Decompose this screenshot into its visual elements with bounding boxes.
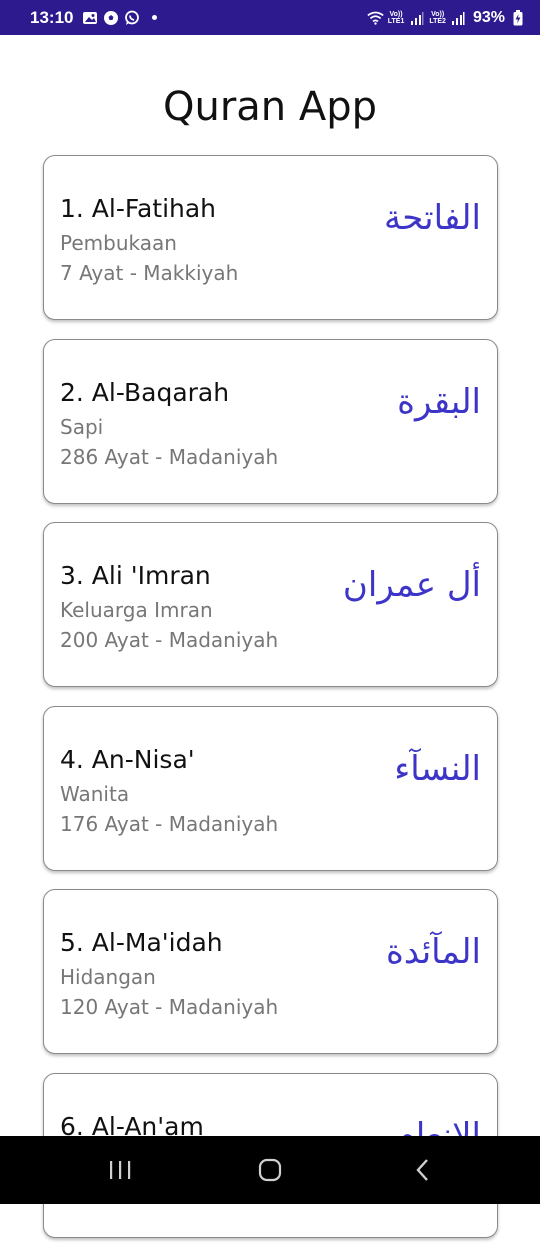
surah-arabic-name: المآئدة: [386, 932, 481, 972]
surah-name: 1. Al-Fatihah: [60, 194, 217, 223]
surah-meaning: Hidangan: [60, 965, 156, 989]
sim1-volte-label: Vo)) LTE1: [387, 10, 405, 25]
page-title: Quran App: [162, 84, 377, 130]
surah-name: 4. An-Nisa': [60, 744, 195, 774]
wifi-icon: [367, 9, 384, 26]
surah-arabic-name: أل عمران: [342, 565, 481, 605]
soccer-ball-icon: [102, 9, 119, 26]
surah-name: 3. Ali 'Imran: [60, 561, 211, 590]
surah-name: 2. Al-Baqarah: [60, 377, 230, 407]
surah-meaning: Keluarga Imran: [60, 598, 213, 622]
surah-card[interactable]: 1. Al-Fatihah Pembukaan 7 Ayat - Makkiya…: [43, 155, 498, 320]
surah-info: 200 Ayat - Madaniyah: [60, 628, 279, 652]
home-icon[interactable]: [220, 1136, 320, 1204]
system-status-icons: Vo)) LTE1 Vo)) LTE2 93%: [367, 9, 526, 27]
back-icon[interactable]: [373, 1136, 473, 1204]
surah-meaning: Pembukaan: [60, 231, 177, 255]
sim2-volte-label: Vo)) LTE2: [429, 10, 446, 25]
battery-charging-icon: [509, 9, 526, 26]
whatsapp-icon: [123, 9, 140, 26]
signal-strength-icon: [408, 9, 425, 26]
navigation-bar: [0, 1136, 540, 1204]
more-notifications-dot: [152, 15, 158, 20]
recent-apps-icon[interactable]: [70, 1136, 170, 1204]
surah-info: 176 Ayat - Madaniyah: [60, 811, 279, 836]
surah-name: 5. Al-Ma'idah: [60, 928, 223, 957]
surah-card[interactable]: 5. Al-Ma'idah Hidangan 120 Ayat - Madani…: [43, 889, 498, 1054]
notification-icons: [81, 9, 158, 26]
status-time: 13:10: [30, 7, 74, 27]
surah-info: 7 Ayat - Makkiyah: [60, 261, 239, 285]
surah-card[interactable]: 4. An-Nisa' Wanita 176 Ayat - Madaniyah …: [43, 705, 498, 871]
surah-arabic-name: البقرة: [397, 381, 481, 422]
surah-info: 120 Ayat - Madaniyah: [60, 995, 279, 1019]
surah-card[interactable]: 2. Al-Baqarah Sapi 286 Ayat - Madaniyah …: [43, 338, 498, 504]
signal-strength-icon: [450, 9, 467, 26]
surah-arabic-name: الفاتحة: [383, 198, 481, 238]
surah-arabic-name: النسآء: [394, 748, 481, 789]
surah-meaning: Sapi: [60, 414, 104, 439]
surah-list[interactable]: 1. Al-Fatihah Pembukaan 7 Ayat - Makkiya…: [43, 155, 498, 1256]
surah-meaning: Wanita: [60, 781, 130, 806]
surah-card[interactable]: 3. Ali 'Imran Keluarga Imran 200 Ayat - …: [43, 522, 498, 687]
gallery-icon: [81, 9, 98, 26]
surah-info: 286 Ayat - Madaniyah: [60, 444, 279, 469]
battery-percentage: 93%: [472, 8, 505, 26]
status-bar: 13:10 Vo)) LTE1 Vo)) LTE2 93%: [0, 0, 540, 35]
